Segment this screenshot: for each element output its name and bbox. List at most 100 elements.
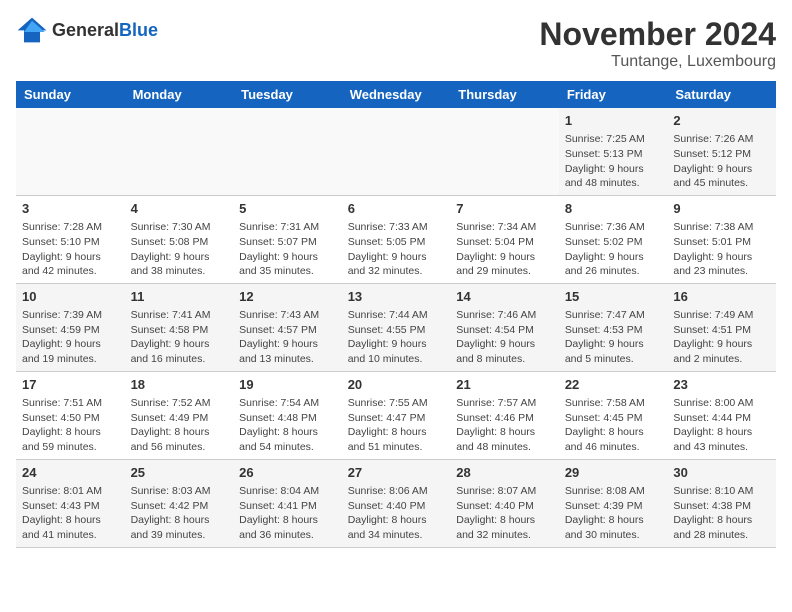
day-cell: 19Sunrise: 7:54 AMSunset: 4:48 PMDayligh…	[233, 371, 342, 459]
day-sunset: Sunset: 4:55 PM	[348, 323, 445, 338]
day-sunset: Sunset: 5:04 PM	[456, 235, 553, 250]
day-info: Sunrise: 7:31 AM	[239, 220, 336, 235]
day-daylight: Daylight: 8 hours and 30 minutes.	[565, 513, 662, 542]
day-info: Sunrise: 7:58 AM	[565, 396, 662, 411]
day-daylight: Daylight: 9 hours and 5 minutes.	[565, 337, 662, 366]
day-cell: 6Sunrise: 7:33 AMSunset: 5:05 PMDaylight…	[342, 195, 451, 283]
header: GeneralBlue November 2024 Tuntange, Luxe…	[16, 16, 776, 71]
day-daylight: Daylight: 8 hours and 48 minutes.	[456, 425, 553, 454]
day-cell: 21Sunrise: 7:57 AMSunset: 4:46 PMDayligh…	[450, 371, 559, 459]
day-sunset: Sunset: 4:53 PM	[565, 323, 662, 338]
day-number: 27	[348, 464, 445, 482]
day-cell: 12Sunrise: 7:43 AMSunset: 4:57 PMDayligh…	[233, 283, 342, 371]
day-number: 10	[22, 288, 119, 306]
day-sunset: Sunset: 4:42 PM	[131, 499, 228, 514]
day-daylight: Daylight: 9 hours and 48 minutes.	[565, 162, 662, 191]
day-daylight: Daylight: 8 hours and 41 minutes.	[22, 513, 119, 542]
day-daylight: Daylight: 9 hours and 2 minutes.	[673, 337, 770, 366]
day-cell: 13Sunrise: 7:44 AMSunset: 4:55 PMDayligh…	[342, 283, 451, 371]
header-cell-sunday: Sunday	[16, 81, 125, 108]
day-number: 20	[348, 376, 445, 394]
day-number: 22	[565, 376, 662, 394]
day-daylight: Daylight: 9 hours and 42 minutes.	[22, 250, 119, 279]
day-daylight: Daylight: 9 hours and 26 minutes.	[565, 250, 662, 279]
day-cell	[233, 108, 342, 195]
day-number: 23	[673, 376, 770, 394]
day-cell: 26Sunrise: 8:04 AMSunset: 4:41 PMDayligh…	[233, 459, 342, 547]
day-daylight: Daylight: 8 hours and 39 minutes.	[131, 513, 228, 542]
day-number: 18	[131, 376, 228, 394]
week-row-1: 1Sunrise: 7:25 AMSunset: 5:13 PMDaylight…	[16, 108, 776, 195]
day-number: 14	[456, 288, 553, 306]
day-sunset: Sunset: 4:38 PM	[673, 499, 770, 514]
day-cell	[342, 108, 451, 195]
day-number: 26	[239, 464, 336, 482]
day-cell: 22Sunrise: 7:58 AMSunset: 4:45 PMDayligh…	[559, 371, 668, 459]
day-number: 12	[239, 288, 336, 306]
day-sunset: Sunset: 4:45 PM	[565, 411, 662, 426]
day-info: Sunrise: 7:36 AM	[565, 220, 662, 235]
day-cell: 25Sunrise: 8:03 AMSunset: 4:42 PMDayligh…	[125, 459, 234, 547]
day-daylight: Daylight: 9 hours and 10 minutes.	[348, 337, 445, 366]
day-sunset: Sunset: 5:10 PM	[22, 235, 119, 250]
calendar-header: SundayMondayTuesdayWednesdayThursdayFrid…	[16, 81, 776, 108]
day-info: Sunrise: 8:03 AM	[131, 484, 228, 499]
day-sunset: Sunset: 5:13 PM	[565, 147, 662, 162]
day-number: 28	[456, 464, 553, 482]
day-number: 3	[22, 200, 119, 218]
day-cell	[16, 108, 125, 195]
header-cell-tuesday: Tuesday	[233, 81, 342, 108]
day-info: Sunrise: 8:06 AM	[348, 484, 445, 499]
day-number: 15	[565, 288, 662, 306]
day-daylight: Daylight: 9 hours and 29 minutes.	[456, 250, 553, 279]
day-info: Sunrise: 7:46 AM	[456, 308, 553, 323]
day-cell	[125, 108, 234, 195]
day-cell: 23Sunrise: 8:00 AMSunset: 4:44 PMDayligh…	[667, 371, 776, 459]
day-daylight: Daylight: 8 hours and 36 minutes.	[239, 513, 336, 542]
day-sunset: Sunset: 4:40 PM	[456, 499, 553, 514]
week-row-3: 10Sunrise: 7:39 AMSunset: 4:59 PMDayligh…	[16, 283, 776, 371]
day-cell: 24Sunrise: 8:01 AMSunset: 4:43 PMDayligh…	[16, 459, 125, 547]
calendar-body: 1Sunrise: 7:25 AMSunset: 5:13 PMDaylight…	[16, 108, 776, 547]
day-sunset: Sunset: 4:48 PM	[239, 411, 336, 426]
day-daylight: Daylight: 9 hours and 32 minutes.	[348, 250, 445, 279]
day-number: 24	[22, 464, 119, 482]
day-daylight: Daylight: 9 hours and 19 minutes.	[22, 337, 119, 366]
day-sunset: Sunset: 4:44 PM	[673, 411, 770, 426]
day-daylight: Daylight: 9 hours and 8 minutes.	[456, 337, 553, 366]
header-cell-saturday: Saturday	[667, 81, 776, 108]
day-cell: 18Sunrise: 7:52 AMSunset: 4:49 PMDayligh…	[125, 371, 234, 459]
day-info: Sunrise: 8:08 AM	[565, 484, 662, 499]
logo-text: GeneralBlue	[52, 20, 158, 41]
day-info: Sunrise: 7:38 AM	[673, 220, 770, 235]
day-daylight: Daylight: 8 hours and 43 minutes.	[673, 425, 770, 454]
day-info: Sunrise: 7:49 AM	[673, 308, 770, 323]
day-cell: 14 Sunrise: 7:46 AMSunset: 4:54 PMDayligh…	[450, 283, 559, 371]
header-cell-friday: Friday	[559, 81, 668, 108]
header-cell-wednesday: Wednesday	[342, 81, 451, 108]
day-number: 29	[565, 464, 662, 482]
logo-general: General	[52, 20, 119, 40]
day-info: Sunrise: 7:52 AM	[131, 396, 228, 411]
day-info: Sunrise: 7:55 AM	[348, 396, 445, 411]
day-number: 4	[131, 200, 228, 218]
day-daylight: Daylight: 9 hours and 38 minutes.	[131, 250, 228, 279]
title-area: November 2024 Tuntange, Luxembourg	[539, 16, 776, 71]
day-cell: 3Sunrise: 7:28 AMSunset: 5:10 PMDaylight…	[16, 195, 125, 283]
day-info: Sunrise: 7:30 AM	[131, 220, 228, 235]
day-cell: 17Sunrise: 7:51 AMSunset: 4:50 PMDayligh…	[16, 371, 125, 459]
day-info: Sunrise: 7:43 AM	[239, 308, 336, 323]
day-info: Sunrise: 7:41 AM	[131, 308, 228, 323]
day-number: 19	[239, 376, 336, 394]
day-number: 21	[456, 376, 553, 394]
day-sunset: Sunset: 4:54 PM	[456, 323, 553, 338]
day-info: Sunrise: 7:25 AM	[565, 132, 662, 147]
day-daylight: Daylight: 8 hours and 54 minutes.	[239, 425, 336, 454]
header-row: SundayMondayTuesdayWednesdayThursdayFrid…	[16, 81, 776, 108]
day-info: Sunrise: 8:04 AM	[239, 484, 336, 499]
header-cell-thursday: Thursday	[450, 81, 559, 108]
day-cell: 29Sunrise: 8:08 AMSunset: 4:39 PMDayligh…	[559, 459, 668, 547]
day-sunset: Sunset: 5:12 PM	[673, 147, 770, 162]
day-sunset: Sunset: 4:40 PM	[348, 499, 445, 514]
day-number: 30	[673, 464, 770, 482]
